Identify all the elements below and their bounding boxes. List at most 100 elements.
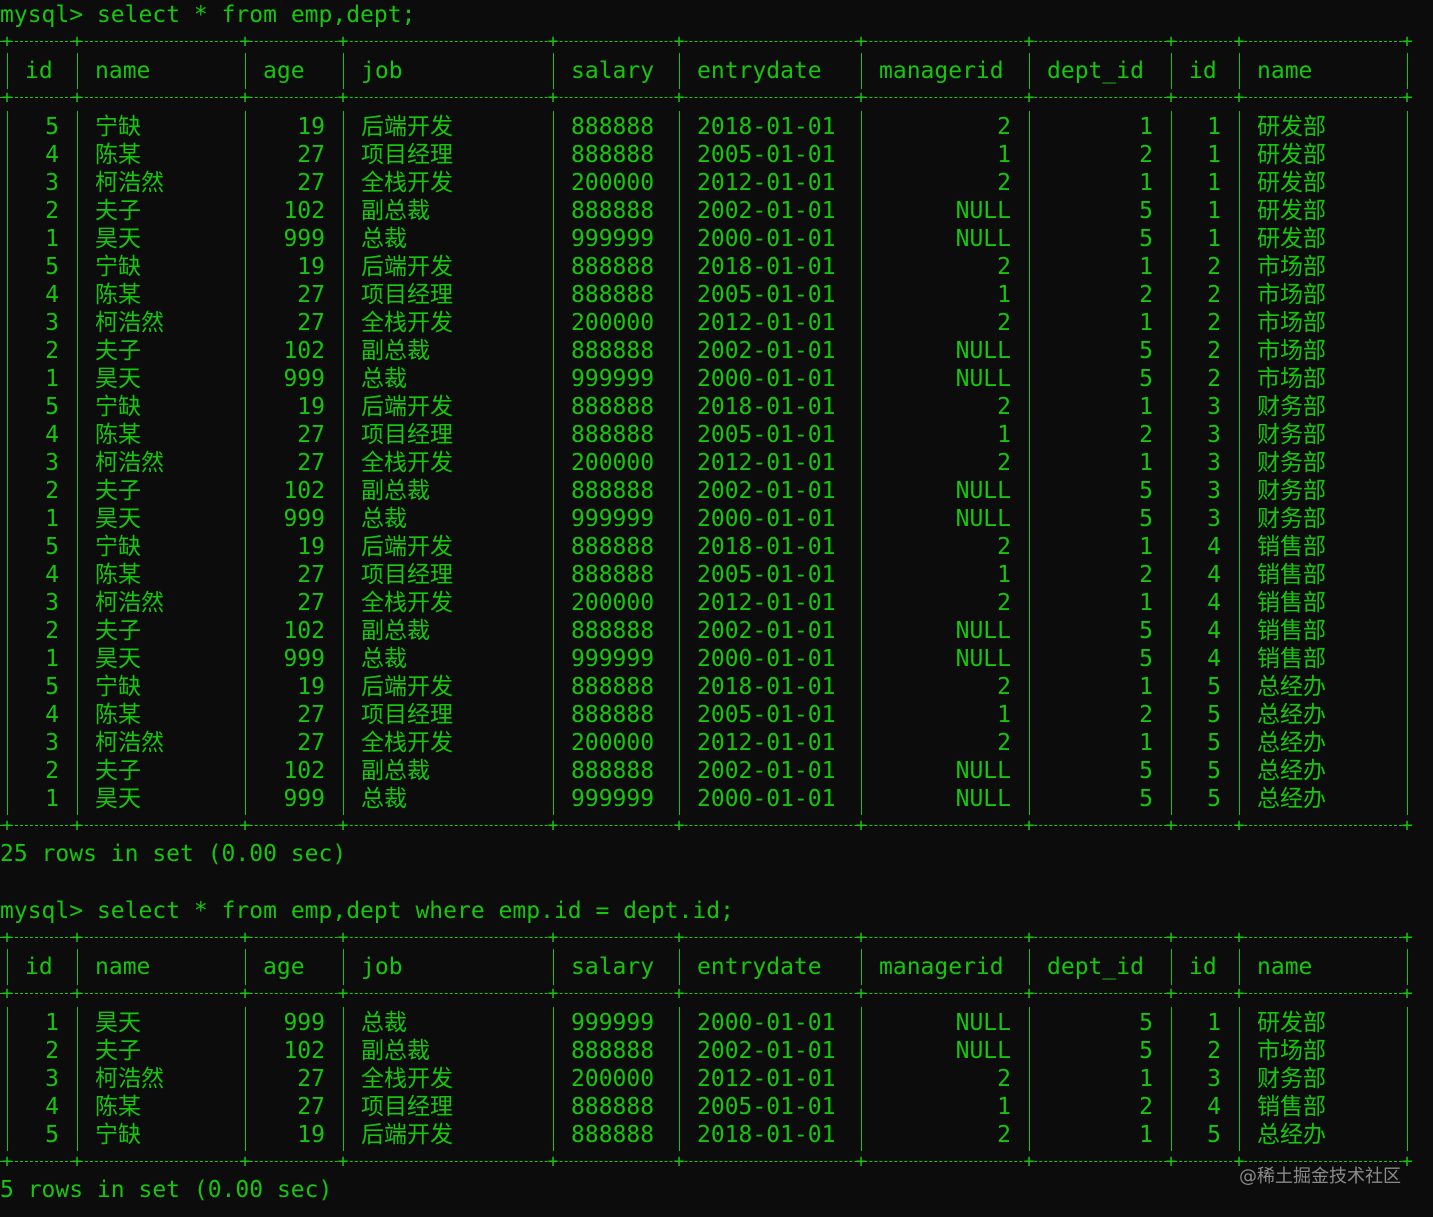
table-cell: 2 [1139,142,1153,168]
column-header: managerid [879,954,1004,980]
table-cell: 2012-01-01 [697,450,836,476]
table-cell: NULL [955,198,1011,224]
table-cell: 27 [297,422,325,448]
table-cell: 1 [45,366,59,392]
border-plus: + [855,1151,867,1172]
table-cell: 5 [45,254,59,280]
table-cell: 1 [1139,170,1153,196]
table-cell: 柯浩然 [95,1066,164,1092]
table-cell: 5 [45,534,59,560]
table-cell: 项目经理 [361,1094,453,1120]
table-cell: 宁缺 [95,1122,141,1148]
table-cell: 5 [1139,758,1153,784]
column-separator [679,111,680,815]
table-cell: 项目经理 [361,422,453,448]
table-cell: 总裁 [361,506,407,532]
border-plus: + [1023,983,1035,1004]
border-plus: + [1023,31,1035,52]
table-cell: 财务部 [1257,394,1326,420]
border-plus: + [1233,983,1245,1004]
border-plus: + [337,31,349,52]
column-header: job [361,58,403,84]
table-cell: 1 [997,702,1011,728]
border-plus: + [855,31,867,52]
table-cell: 19 [297,254,325,280]
column-header: name [95,58,151,84]
command-line[interactable]: mysql> select * from emp,dept; [0,1,415,29]
border-plus: + [1233,927,1245,948]
table-cell: 27 [297,170,325,196]
table-cell: NULL [955,226,1011,252]
table-cell: 27 [297,450,325,476]
border-plus: + [547,927,559,948]
table-cell: 柯浩然 [95,450,164,476]
table-cell: 2 [45,618,59,644]
border-plus: + [71,983,83,1004]
table-cell: 副总裁 [361,478,430,504]
table-cell: 昊天 [95,786,141,812]
table-cell: 财务部 [1257,506,1326,532]
table-cell: 柯浩然 [95,170,164,196]
table-cell: NULL [955,1010,1011,1036]
border-plus: + [547,87,559,108]
table-cell: 2002-01-01 [697,618,836,644]
table-cell: 102 [283,758,325,784]
table-cell: 宁缺 [95,394,141,420]
table-cell: 3 [45,170,59,196]
border-plus: + [239,31,251,52]
table-cell: 1 [997,422,1011,448]
table-cell: 4 [45,562,59,588]
column-separator [245,1007,246,1151]
border-plus: + [855,87,867,108]
table-cell: 4 [1207,534,1221,560]
table-cell: 1 [45,646,59,672]
command-line[interactable]: mysql> select * from emp,dept where emp.… [0,897,734,925]
table-cell: 3 [1207,422,1221,448]
table-cell: 2012-01-01 [697,170,836,196]
table-cell: 2 [997,1122,1011,1148]
border-plus: + [1233,815,1245,836]
table-cell: 2 [1207,310,1221,336]
border-plus: + [1165,31,1177,52]
terminal-window[interactable]: mysql> select * from emp,dept; + + + + + + + + + +… [0,0,1433,1217]
border-plus: + [673,1151,685,1172]
border-plus: + [1165,983,1177,1004]
table-cell: 2 [1207,1038,1221,1064]
column-header: managerid [879,58,1004,84]
table-cell: 昊天 [95,506,141,532]
table-cell: NULL [955,478,1011,504]
table-cell: 999999 [571,786,655,812]
border-plus: + [547,31,559,52]
table-cell: 27 [297,1066,325,1092]
table-cell: 888888 [571,674,655,700]
table-cell: 4 [45,142,59,168]
column-header: entrydate [697,58,822,84]
table-cell: 999 [283,786,325,812]
table-cell: 财务部 [1257,1066,1326,1092]
column-separator [77,1007,78,1151]
table-cell: 999999 [571,366,655,392]
table-cell: 2005-01-01 [697,1094,836,1120]
border-plus: + [71,1151,83,1172]
table-cell: 5 [1139,1010,1153,1036]
table-cell: 2 [1139,562,1153,588]
table-cell: 1 [997,142,1011,168]
table-cell: 5 [1139,786,1153,812]
table-cell: 2 [997,394,1011,420]
border-plus: + [673,983,685,1004]
border-plus: + [239,1151,251,1172]
column-header: name [95,954,151,980]
column-header: name [1257,954,1313,980]
column-separator [245,111,246,815]
table-cell: 后端开发 [361,114,453,140]
table-cell: 2002-01-01 [697,1038,836,1064]
border-plus: + [71,927,83,948]
table-cell: 4 [45,702,59,728]
table-cell: 昊天 [95,226,141,252]
table-cell: 项目经理 [361,702,453,728]
table-cell: 市场部 [1257,254,1326,280]
border-plus: + [1023,1151,1035,1172]
table-cell: NULL [955,758,1011,784]
table-cell: 999999 [571,506,655,532]
table-cell: 研发部 [1257,198,1326,224]
